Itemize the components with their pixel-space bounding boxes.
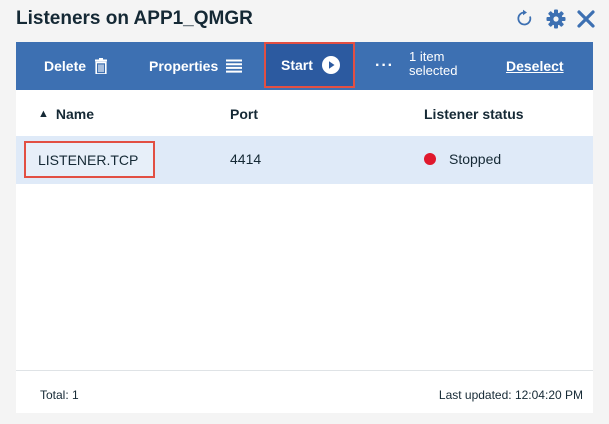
play-icon: [321, 56, 340, 74]
selection-count: 1 item selected: [409, 50, 469, 78]
listeners-table: ▲ Name Port Listener status LISTENER.TCP…: [16, 90, 593, 370]
start-label: Start: [281, 57, 313, 73]
properties-button[interactable]: Properties: [149, 42, 243, 90]
column-header-name-label: Name: [55, 106, 95, 122]
table-row[interactable]: LISTENER.TCP 4414 Stopped: [16, 136, 593, 184]
panel-header: Listeners on APP1_QMGR: [0, 0, 609, 42]
deselect-label: Deselect: [506, 58, 564, 74]
list-icon: [226, 59, 243, 73]
trash-icon: [95, 58, 108, 74]
selection-count-line2: selected: [409, 63, 458, 78]
status-stopped-icon: [424, 153, 436, 165]
page-title: Listeners on APP1_QMGR: [16, 8, 253, 29]
gear-icon[interactable]: [545, 6, 567, 32]
delete-label: Delete: [44, 58, 87, 74]
column-header-port[interactable]: Port: [230, 106, 258, 122]
more-actions-button[interactable]: ···: [375, 42, 394, 90]
refresh-icon[interactable]: [514, 6, 536, 32]
deselect-button[interactable]: Deselect: [506, 42, 564, 90]
delete-button[interactable]: Delete: [44, 42, 108, 90]
properties-label: Properties: [149, 58, 219, 74]
listener-name-cell[interactable]: LISTENER.TCP: [24, 141, 155, 178]
listener-status-label: Stopped: [449, 151, 502, 167]
start-button[interactable]: Start: [264, 42, 355, 88]
last-updated: Last updated: 12:04:20 PM: [438, 388, 583, 402]
column-header-name[interactable]: ▲ Name: [38, 106, 94, 122]
column-header-status[interactable]: Listener status: [424, 106, 524, 122]
close-icon[interactable]: [575, 6, 597, 32]
total-count: Total: 1: [40, 388, 79, 402]
sort-ascending-icon: ▲: [38, 108, 49, 120]
listener-port-cell: 4414: [230, 151, 262, 167]
table-header: ▲ Name Port Listener status: [16, 90, 593, 136]
selection-count-line1: 1 item: [409, 49, 445, 64]
listener-status-cell: Stopped: [424, 151, 501, 167]
table-footer: Total: 1 Last updated: 12:04:20 PM: [16, 370, 593, 413]
action-toolbar: Delete Properties Start ··· 1 item selec…: [16, 42, 593, 90]
